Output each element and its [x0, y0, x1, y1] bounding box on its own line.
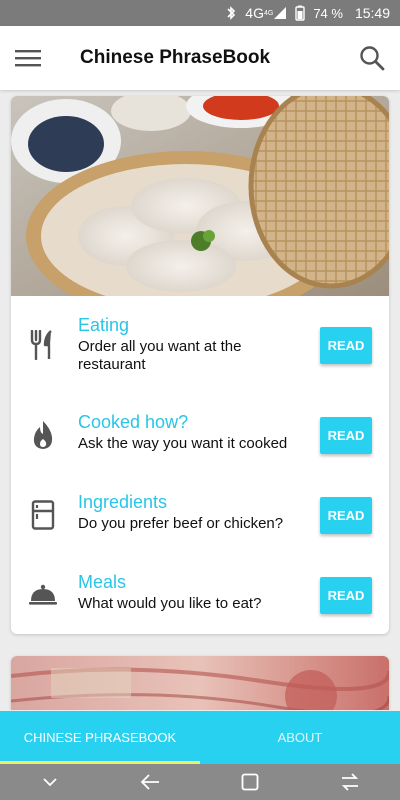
topic-title: Eating	[78, 315, 130, 335]
bottom-tab-bar: CHINESE PHRASEBOOK ABOUT	[0, 711, 400, 764]
topic-title: Meals	[78, 572, 127, 592]
menu-button[interactable]	[0, 26, 56, 90]
topic-row-meals[interactable]: Meals What would you like to eat? READ	[11, 571, 389, 634]
recents-icon	[341, 773, 359, 791]
nav-recents-button[interactable]	[325, 764, 375, 800]
network-indicator: 4G 4G	[245, 5, 287, 21]
status-bar: 4G 4G 74 % 15:49	[0, 0, 400, 26]
app-title: Chinese PhraseBook	[80, 47, 271, 68]
content-scroll-area[interactable]: Eating Order all you want at the restaur…	[0, 90, 400, 710]
search-icon	[360, 46, 385, 71]
topic-text: Meals What would you like to eat?	[78, 571, 308, 613]
topic-text: Ingredients Do you prefer beef or chicke…	[78, 491, 308, 533]
fork-knife-icon	[27, 329, 59, 361]
home-square-icon	[241, 773, 259, 791]
nav-back-button[interactable]	[125, 764, 175, 800]
tab-chinese-phrasebook[interactable]: CHINESE PHRASEBOOK	[0, 711, 200, 764]
second-topic-card[interactable]	[11, 656, 389, 710]
search-button[interactable]	[344, 26, 400, 90]
topic-row-cooked-how[interactable]: Cooked how? Ask the way you want it cook…	[11, 411, 389, 484]
topic-subtitle: Order all you want at the restaurant	[78, 338, 242, 373]
banknotes-image	[11, 656, 389, 710]
topic-row-ingredients[interactable]: Ingredients Do you prefer beef or chicke…	[11, 491, 389, 564]
bluetooth-icon	[225, 5, 237, 21]
back-arrow-icon	[140, 774, 159, 790]
topic-subtitle: What would you like to eat?	[78, 595, 262, 612]
battery-icon	[295, 5, 306, 21]
flame-icon	[27, 419, 59, 451]
topic-subtitle: Ask the way you want it cooked	[78, 435, 288, 452]
clock: 15:49	[354, 5, 390, 21]
signal-icon	[274, 7, 287, 19]
network-type: 4G	[245, 5, 264, 21]
read-button[interactable]: READ	[320, 577, 372, 614]
network-type-sup: 4G	[263, 9, 274, 17]
read-button[interactable]: READ	[320, 417, 372, 454]
hamburger-menu-icon	[15, 50, 41, 67]
nav-home-button[interactable]	[225, 764, 275, 800]
app-bar: Chinese PhraseBook	[0, 26, 400, 90]
cloche-icon	[27, 579, 59, 611]
topic-card: Eating Order all you want at the restaur…	[11, 96, 389, 634]
tab-about[interactable]: ABOUT	[200, 711, 400, 764]
topic-text: Eating Order all you want at the restaur…	[78, 314, 298, 374]
topic-text: Cooked how? Ask the way you want it cook…	[78, 411, 308, 453]
hero-image	[11, 96, 389, 296]
topic-subtitle: Do you prefer beef or chicken?	[78, 515, 284, 532]
system-nav-bar	[0, 764, 400, 800]
read-button[interactable]: READ	[320, 497, 372, 534]
topic-title: Cooked how?	[78, 412, 189, 432]
nav-hide-button[interactable]	[25, 764, 75, 800]
read-button[interactable]: READ	[320, 327, 372, 364]
fridge-icon	[27, 499, 59, 531]
chevron-down-icon	[43, 778, 57, 787]
topic-row-eating[interactable]: Eating Order all you want at the restaur…	[11, 314, 389, 384]
topic-title: Ingredients	[78, 492, 168, 512]
battery-percent: 74 %	[313, 5, 343, 21]
